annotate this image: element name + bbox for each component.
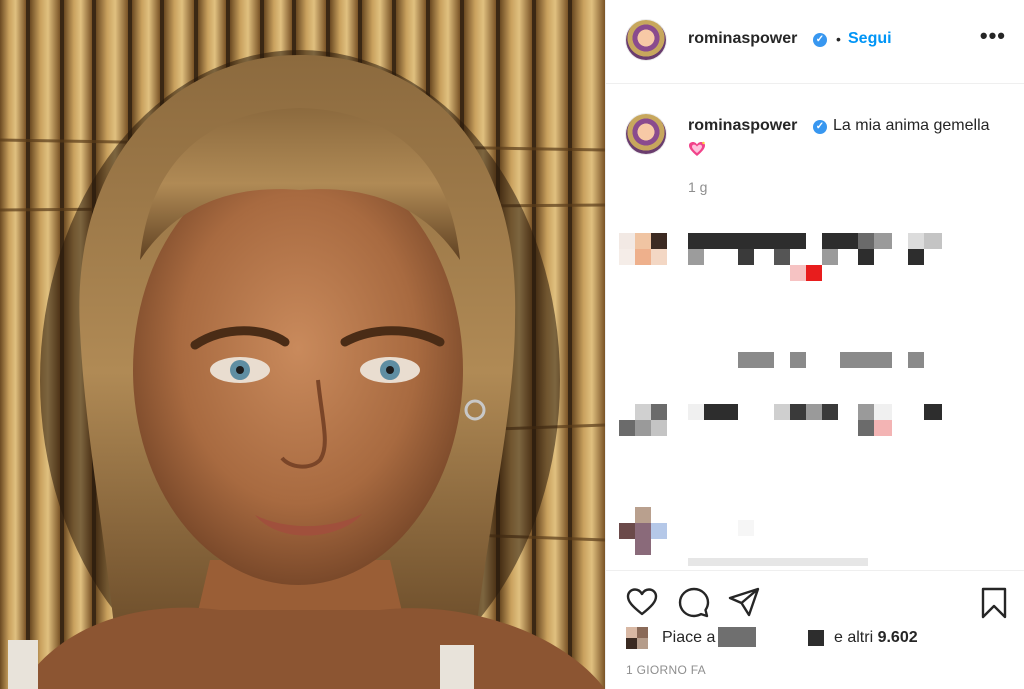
caption-avatar[interactable] [626, 114, 666, 154]
comment-avatar-blur [635, 249, 651, 265]
liker-name-blur[interactable] [808, 630, 824, 646]
comment-text-blur [790, 352, 806, 368]
comment-avatar-blur [651, 420, 667, 436]
comment-text-blur [688, 233, 806, 249]
comment-text-blur [688, 249, 704, 265]
caption-verified-badge-icon: ✓ [813, 120, 827, 134]
comment-avatar-blur [635, 539, 651, 555]
comment-text-blur [822, 233, 858, 249]
comment-text-blur [688, 558, 868, 566]
liker-name-blur[interactable] [718, 627, 756, 647]
verified-badge-icon: ✓ [813, 33, 827, 47]
comment-text-blur [806, 265, 822, 281]
post-header: rominaspower ✓ • Segui ••• [606, 0, 1024, 84]
comment-text-blur [738, 520, 754, 536]
comment-text-blur [924, 233, 942, 249]
comment-text-blur [840, 352, 892, 368]
comment-text-blur [858, 233, 874, 249]
comment-text-blur [704, 404, 738, 420]
bookmark-icon[interactable] [980, 587, 1008, 619]
header-username[interactable]: rominaspower [688, 30, 797, 48]
post-sidebar: rominaspower ✓ • Segui ••• rominaspower … [605, 0, 1024, 689]
likes-summary[interactable]: Piace a e altri 9.602 [626, 627, 1006, 649]
comment-avatar-blur [635, 233, 651, 249]
comment-text-blur [858, 404, 874, 420]
portrait-image [0, 0, 605, 689]
comment-text-blur [790, 265, 806, 281]
comment-text-blur [874, 233, 892, 249]
comment-text-blur [738, 352, 774, 368]
profile-avatar[interactable] [626, 20, 666, 60]
comment-text-blur [908, 249, 924, 265]
comment-avatar-blur [651, 233, 667, 249]
post-actions: Piace a e altri 9.602 1 GIORNO FA [606, 570, 1024, 689]
comment-text-blur [822, 404, 838, 420]
comment-avatar-blur [651, 249, 667, 265]
paper-plane-icon[interactable] [728, 587, 760, 617]
comment-avatar-blur [635, 420, 651, 436]
comment-avatar-blur [619, 233, 635, 249]
comment-bubble-icon[interactable] [678, 587, 710, 619]
caption-text: La mia anima gemella [833, 117, 990, 134]
caption-username[interactable]: rominaspower [688, 117, 797, 135]
comment-text-blur [822, 249, 838, 265]
post-photo[interactable] [0, 0, 605, 689]
comment-text-blur [874, 404, 892, 420]
likes-count: 9.602 [877, 629, 918, 646]
comment-avatar-blur [635, 507, 651, 523]
comment-avatar-blur [619, 523, 635, 539]
comment-avatar-blur [635, 404, 651, 420]
comment-text-blur [908, 352, 924, 368]
liker-avatar[interactable] [626, 627, 648, 649]
comment-text-blur [738, 249, 754, 265]
comment-text-blur [688, 404, 704, 420]
follow-button[interactable]: Segui [848, 30, 892, 48]
likes-prefix: Piace a [662, 629, 716, 646]
comment-text-blur [774, 249, 790, 265]
comment-avatar-blur [651, 523, 667, 539]
comment-avatar-blur [635, 523, 651, 539]
comment-avatar-blur [619, 420, 635, 436]
post-date[interactable]: 1 GIORNO FA [626, 663, 706, 677]
comment-text-blur [874, 420, 892, 436]
comment-avatar-blur [651, 404, 667, 420]
comment-text-blur [790, 404, 806, 420]
caption-time[interactable]: 1 g [688, 179, 707, 195]
sparkling-heart-emoji-icon [689, 141, 705, 156]
comment-text-blur [858, 249, 874, 265]
header-separator: • [836, 31, 841, 47]
heart-outline-icon[interactable] [626, 587, 658, 617]
comment-text-blur [806, 404, 822, 420]
comment-text-blur [774, 404, 790, 420]
instagram-post: rominaspower ✓ • Segui ••• rominaspower … [0, 0, 1024, 689]
ellipsis-icon[interactable]: ••• [980, 25, 1006, 47]
comment-avatar-blur [619, 249, 635, 265]
comment-text-blur [924, 404, 942, 420]
comment-text-blur [858, 420, 874, 436]
likes-suffix[interactable]: e altri 9.602 [834, 629, 918, 647]
comment-text-blur [908, 233, 924, 249]
